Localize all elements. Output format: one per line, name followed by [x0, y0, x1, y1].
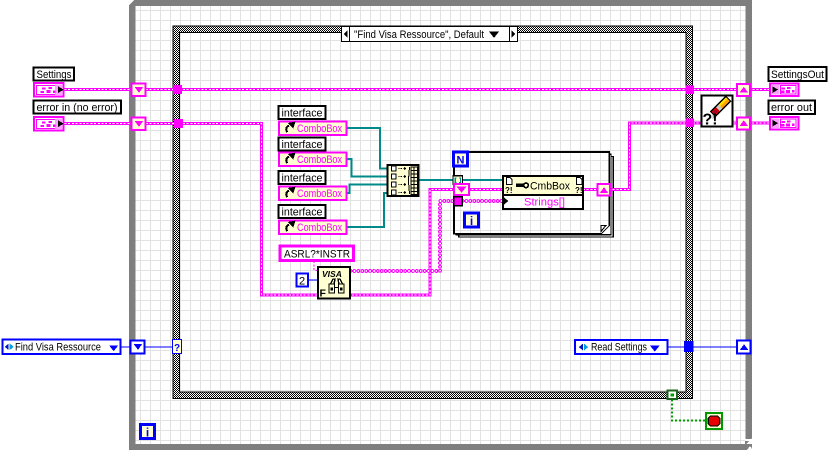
svg-text:interface: interface — [282, 108, 323, 120]
svg-text:i: i — [470, 214, 473, 228]
svg-text:interface: interface — [282, 173, 323, 185]
svg-text:ComboBox: ComboBox — [297, 123, 342, 135]
svg-text:?: ? — [174, 343, 180, 354]
svg-text:interface: interface — [282, 139, 323, 151]
svg-text:Find Visa Ressource: Find Visa Ressource — [15, 342, 101, 354]
svg-text:ASRL?*INSTR: ASRL?*INSTR — [284, 249, 350, 261]
svg-text:i: i — [146, 425, 149, 439]
svg-text:ComboBox: ComboBox — [297, 188, 342, 200]
svg-text:?!: ?! — [703, 112, 718, 129]
svg-text:SettingsOut: SettingsOut — [771, 69, 824, 81]
svg-text:?!: ?! — [575, 186, 583, 195]
svg-text:2: 2 — [299, 276, 305, 288]
svg-text:error in (no error): error in (no error) — [37, 102, 118, 114]
svg-text:N: N — [457, 155, 465, 167]
svg-text:error out: error out — [771, 102, 812, 114]
svg-text:VISA: VISA — [322, 269, 342, 279]
svg-text:?!: ?! — [505, 186, 513, 195]
svg-text:Strings[]: Strings[] — [524, 197, 565, 209]
svg-text:Read Settings: Read Settings — [591, 342, 647, 354]
svg-text:interface: interface — [282, 207, 323, 219]
svg-text:"Find Visa Ressource", Default: "Find Visa Ressource", Default — [354, 29, 484, 41]
svg-text:CmbBox: CmbBox — [530, 181, 570, 193]
svg-text:ComboBox: ComboBox — [297, 222, 342, 234]
svg-text:ComboBox: ComboBox — [297, 154, 342, 166]
svg-text:F: F — [320, 288, 327, 300]
svg-text:Settings: Settings — [37, 69, 72, 81]
